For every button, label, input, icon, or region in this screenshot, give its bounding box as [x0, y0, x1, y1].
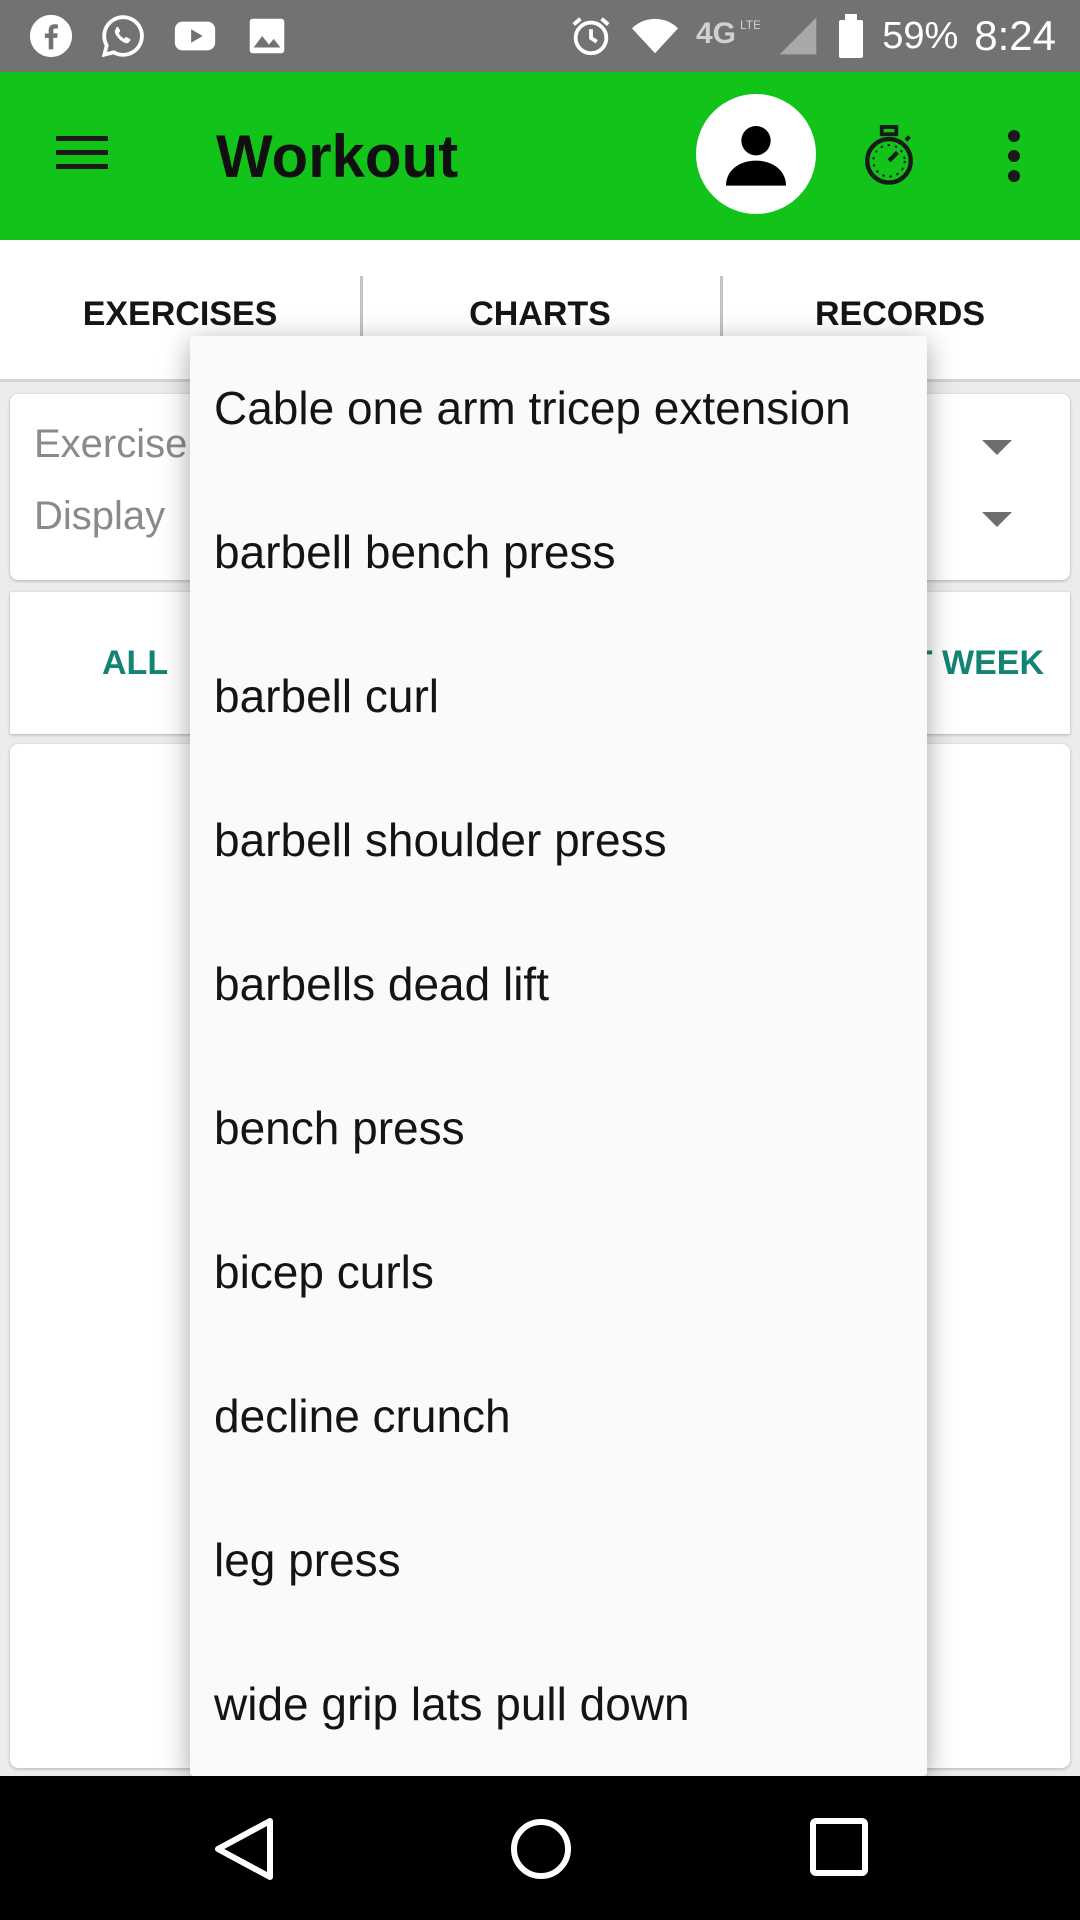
alarm-icon [572, 17, 610, 56]
dropdown-item[interactable]: Cable one arm tricep extension [190, 336, 927, 480]
signal-icon [779, 17, 817, 55]
hamburger-menu-icon[interactable] [52, 128, 112, 176]
dropdown-item[interactable]: wide grip lats pull down [190, 1632, 927, 1776]
display-select-label[interactable]: Display [34, 494, 165, 539]
4g-lte-icon: 4G LTE [696, 17, 760, 50]
youtube-icon [174, 21, 216, 51]
page-title: Workout [216, 123, 459, 190]
system-navigation-bar [0, 1776, 1080, 1920]
avatar[interactable] [696, 94, 816, 214]
wifi-icon [632, 18, 679, 54]
display-dropdown-caret-icon[interactable] [982, 512, 1012, 527]
app-bar: Workout [0, 72, 1080, 240]
dropdown-item[interactable]: barbell curl [190, 624, 927, 768]
exercise-dropdown-caret-icon[interactable] [982, 440, 1012, 455]
svg-text:4G: 4G [696, 17, 736, 50]
dropdown-item[interactable]: bench press [190, 1056, 927, 1200]
svg-text:LTE: LTE [740, 18, 760, 32]
dropdown-item[interactable]: bicep curls [190, 1200, 927, 1344]
image-icon [249, 18, 285, 54]
home-icon[interactable] [508, 1816, 574, 1882]
exercise-dropdown-menu: Cable one arm tricep extension barbell b… [190, 336, 927, 1776]
battery-percentage: 59% [882, 14, 959, 57]
dropdown-item[interactable]: decline crunch [190, 1344, 927, 1488]
back-icon[interactable] [210, 1816, 280, 1882]
dropdown-item[interactable]: barbells dead lift [190, 912, 927, 1056]
dropdown-item[interactable]: barbell bench press [190, 480, 927, 624]
status-bar: 4G LTE 59% 8:24 [0, 0, 1080, 72]
dropdown-item[interactable]: barbell shoulder press [190, 768, 927, 912]
period-last-week-button[interactable]: T WEEK [912, 644, 1044, 683]
stopwatch-icon[interactable] [860, 124, 918, 188]
clock: 8:24 [974, 12, 1056, 59]
recent-apps-icon[interactable] [808, 1816, 870, 1878]
person-icon [726, 126, 786, 186]
period-all-button[interactable]: ALL [102, 644, 168, 683]
notification-icons [28, 12, 290, 60]
whatsapp-icon [101, 15, 144, 58]
more-options-icon[interactable] [1000, 128, 1028, 184]
dropdown-item[interactable]: leg press [190, 1488, 927, 1632]
battery-icon [839, 14, 864, 58]
system-status: 4G LTE 59% 8:24 [568, 0, 1056, 72]
exercise-select-label[interactable]: Exercise [34, 422, 187, 467]
facebook-icon [29, 14, 73, 58]
